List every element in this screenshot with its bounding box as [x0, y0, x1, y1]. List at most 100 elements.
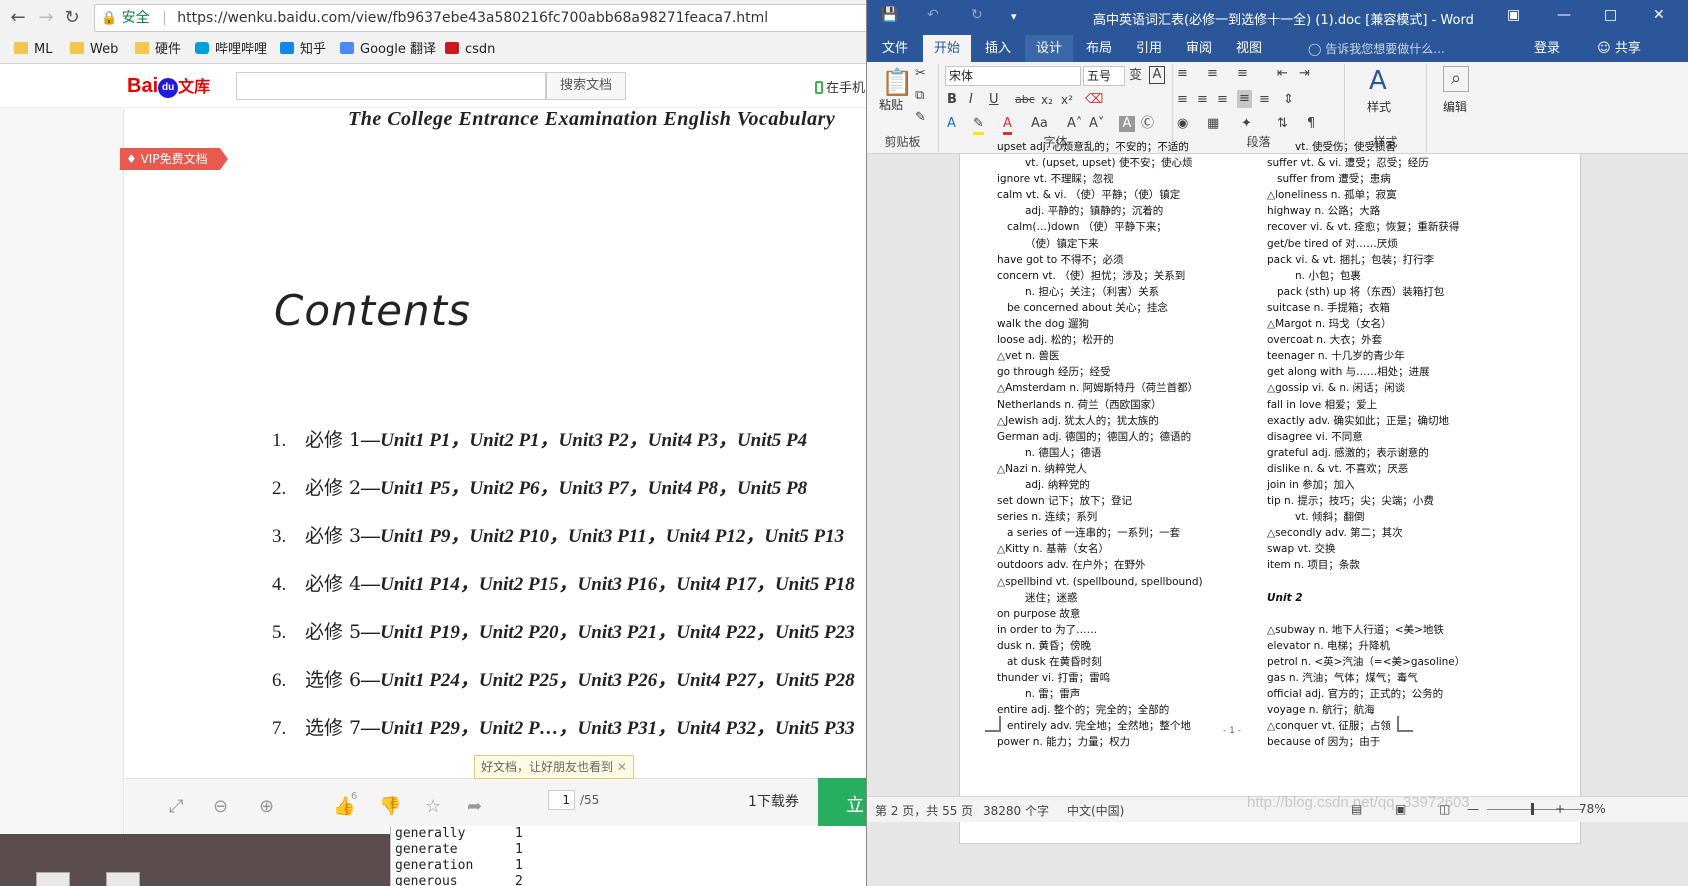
align-center-icon[interactable]: ≡	[1197, 92, 1208, 108]
quick-access-dropdown-icon[interactable]: ▾	[1011, 10, 1017, 23]
styles-button[interactable]: 样式	[1367, 98, 1391, 116]
font-name-select[interactable]: 宋体	[945, 66, 1081, 86]
bookmark-bilibili[interactable]: 哔哩哔哩	[195, 41, 267, 59]
bookmark-csdn[interactable]: csdn	[445, 41, 495, 59]
toc-entry[interactable]: 4. 必修 4—Unit1 P14，Unit2 P15，Unit3 P16，Uni…	[272, 569, 855, 596]
shrink-font-icon[interactable]: A˅	[1089, 116, 1104, 132]
toc-entry[interactable]: 1. 必修 1—Unit1 P1，Unit2 P1，Unit3 P2，Unit4 …	[272, 425, 807, 452]
share-button[interactable]: ☺ 共享	[1579, 35, 1659, 62]
toc-entry[interactable]: 7. 选修 7—Unit1 P29，Unit2 P…，Unit3 P31，Unit…	[272, 713, 855, 740]
address-bar[interactable]: 🔒 安全 | https://wenku.baidu.com/view/fb96…	[94, 4, 869, 32]
strikethrough-icon[interactable]: abc	[1015, 92, 1035, 108]
multilevel-list-icon[interactable]: ≡	[1237, 66, 1248, 82]
bookmark-hardware[interactable]: 硬件	[135, 41, 181, 59]
baidu-wenku-logo[interactable]: Bai du 文库	[127, 73, 210, 98]
clear-format-icon[interactable]: ⌫	[1085, 92, 1103, 108]
reload-icon[interactable]: ↻	[60, 6, 84, 30]
search-button[interactable]: 搜索文档	[546, 72, 626, 100]
login-button[interactable]: 登录	[1523, 35, 1571, 62]
char-border-icon[interactable]: A	[1149, 66, 1165, 84]
justify-icon[interactable]: ≡	[1237, 90, 1252, 108]
format-painter-icon[interactable]: ✎	[915, 110, 926, 126]
paste-icon[interactable]: 📋	[881, 68, 913, 98]
distributed-icon[interactable]: ≡	[1259, 92, 1270, 108]
numbering-icon[interactable]: ≡	[1207, 66, 1218, 82]
tab-references[interactable]: 引用	[1125, 35, 1173, 62]
find-icon[interactable]: ⌕	[1443, 66, 1469, 92]
align-right-icon[interactable]: ≡	[1217, 92, 1228, 108]
asian-layout-icon[interactable]: ✦	[1241, 116, 1252, 132]
underline-icon[interactable]: U	[989, 92, 999, 108]
redo-icon[interactable]: ↻	[971, 7, 983, 23]
word-count[interactable]: 38280 个字	[983, 802, 1049, 819]
zoom-level[interactable]: 78%	[1579, 802, 1606, 816]
increase-indent-icon[interactable]: ⇥	[1299, 66, 1310, 82]
align-left-icon[interactable]: ≡	[1177, 92, 1188, 108]
subscript-icon[interactable]: x₂	[1041, 92, 1053, 108]
close-icon[interactable]: ✕	[1653, 7, 1665, 23]
sort-icon[interactable]: ⇅	[1277, 116, 1288, 132]
tab-review[interactable]: 审阅	[1175, 35, 1223, 62]
bold-icon[interactable]: B	[947, 92, 957, 108]
undo-icon[interactable]: ↶	[927, 7, 939, 23]
page-status[interactable]: 第 2 页，共 55 页	[875, 802, 973, 819]
bookmark-ml[interactable]: ML	[14, 41, 52, 59]
bullets-icon[interactable]: ≡	[1177, 66, 1188, 82]
ribbon-display-icon[interactable]: ▣	[1507, 7, 1520, 23]
toc-entry[interactable]: 2. 必修 2—Unit1 P5，Unit2 P6，Unit3 P7，Unit4 …	[272, 473, 807, 500]
text-effects-icon[interactable]: A	[947, 116, 956, 132]
zoom-in-icon[interactable]: +	[1555, 802, 1565, 816]
zoom-slider-thumb[interactable]	[1531, 803, 1534, 815]
edit-button[interactable]: 编辑	[1443, 98, 1467, 116]
toc-entry[interactable]: 5. 必修 5—Unit1 P19，Unit2 P20，Unit3 P21，Uni…	[272, 617, 855, 644]
thumbs-down-icon[interactable]: 👎	[379, 797, 401, 817]
minimize-icon[interactable]: —	[1557, 7, 1571, 23]
vip-badge[interactable]: ♦ VIP免费文档	[120, 148, 228, 170]
forward-icon[interactable]: →	[34, 6, 58, 30]
tab-file[interactable]: 文件	[867, 35, 923, 62]
zoom-in-icon[interactable]: ⊕	[259, 797, 274, 817]
star-icon[interactable]: ☆	[425, 797, 441, 817]
change-case-icon[interactable]: Aa	[1031, 116, 1048, 132]
fullscreen-icon[interactable]: ⤢	[169, 797, 183, 817]
search-input[interactable]	[236, 72, 546, 100]
cut-icon[interactable]: ✂	[915, 66, 926, 82]
zoom-out-icon[interactable]: ⊖	[213, 797, 228, 817]
superscript-icon[interactable]: x²	[1061, 92, 1073, 108]
language-status[interactable]: 中文(中国)	[1067, 802, 1124, 819]
paste-button[interactable]: 粘贴	[879, 96, 903, 114]
back-icon[interactable]: ←	[6, 6, 30, 30]
decrease-indent-icon[interactable]: ⇤	[1277, 66, 1288, 82]
save-icon[interactable]: 💾	[881, 7, 898, 23]
toc-number: 1.	[272, 430, 287, 451]
bookmark-zhihu[interactable]: 知乎	[280, 41, 326, 59]
tab-insert[interactable]: 插入	[973, 35, 1023, 62]
tab-layout[interactable]: 布局	[1075, 35, 1123, 62]
tell-me-search[interactable]: ◯ 告诉我您想要做什么...	[1308, 40, 1445, 57]
toc-entry[interactable]: 6. 选修 6—Unit1 P24，Unit2 P25，Unit3 P26，Uni…	[272, 665, 855, 692]
bookmark-web[interactable]: Web	[70, 41, 118, 59]
font-size-select[interactable]: 五号	[1083, 66, 1125, 86]
italic-icon[interactable]: I	[969, 92, 973, 108]
tab-design[interactable]: 设计	[1025, 35, 1073, 62]
enclose-char-icon[interactable]: Ⓒ	[1141, 116, 1154, 132]
show-marks-icon[interactable]: ¶	[1307, 116, 1315, 132]
close-icon[interactable]: ✕	[617, 760, 627, 774]
bookmark-google-translate[interactable]: Google 翻译	[340, 41, 436, 59]
line-spacing-icon[interactable]: ⇕	[1283, 92, 1294, 108]
maximize-icon[interactable]: □	[1604, 7, 1617, 23]
tab-home[interactable]: 开始	[923, 35, 971, 62]
copy-icon[interactable]: ⧉	[915, 88, 924, 104]
phone-link[interactable]: 在手机	[815, 77, 865, 96]
share-icon[interactable]: ➦	[467, 797, 482, 817]
borders-icon[interactable]: ▦	[1207, 116, 1219, 132]
toc-entry[interactable]: 3. 必修 3—Unit1 P9，Unit2 P10，Unit3 P11，Unit…	[272, 521, 844, 548]
shading-icon[interactable]: ◉	[1177, 116, 1188, 132]
char-shading-icon[interactable]: A	[1119, 116, 1135, 132]
pinyin-icon[interactable]: 变	[1129, 68, 1142, 84]
zoom-slider[interactable]	[1487, 809, 1583, 810]
tab-view[interactable]: 视图	[1225, 35, 1273, 62]
grow-font-icon[interactable]: A˄	[1067, 116, 1082, 132]
page-number-input[interactable]: 1	[548, 790, 575, 810]
styles-icon[interactable]: A	[1369, 66, 1387, 96]
